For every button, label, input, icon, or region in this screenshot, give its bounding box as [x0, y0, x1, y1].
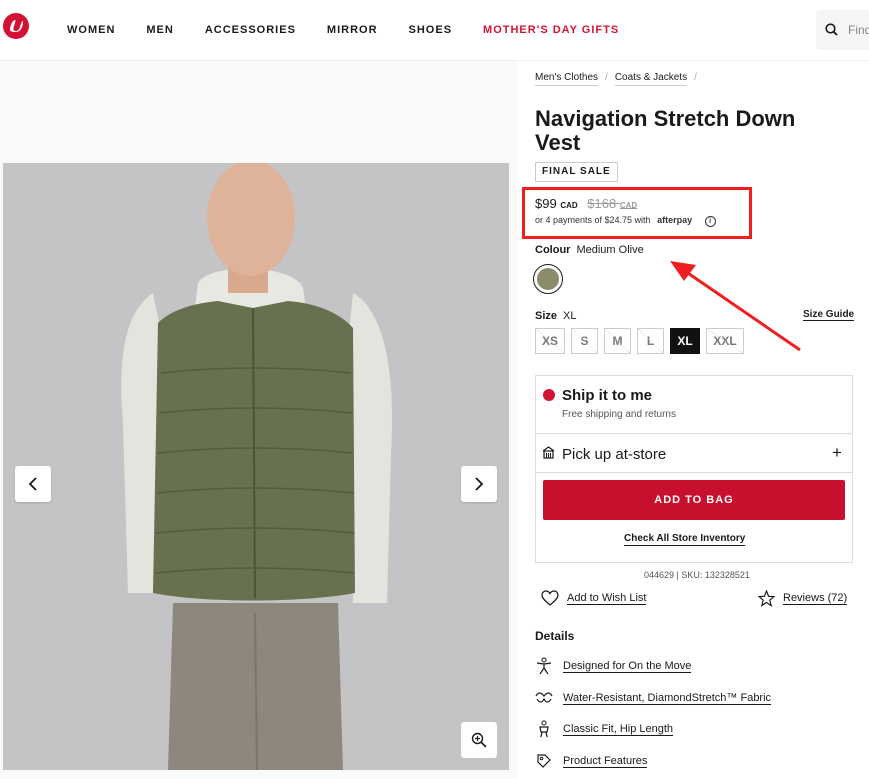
current-price: $99: [535, 196, 557, 211]
nav-women[interactable]: WOMEN: [67, 24, 115, 36]
detail-item[interactable]: Classic Fit, Hip Length: [535, 720, 674, 738]
breadcrumb-mens-clothes[interactable]: Men's Clothes: [535, 72, 599, 86]
detail-label: Water-Resistant, DiamondStretch™ Fabric: [563, 691, 772, 705]
colour-swatch-medium-olive[interactable]: [533, 264, 563, 294]
size-selector: XS S M L XL XXL: [535, 328, 750, 354]
product-photo: [3, 163, 509, 770]
detail-item[interactable]: Designed for On the Move: [535, 657, 692, 675]
nav-shoes[interactable]: SHOES: [409, 24, 453, 36]
details-heading: Details: [535, 629, 575, 643]
chevron-right-icon: [475, 477, 484, 491]
store-icon: [542, 446, 555, 459]
colour-label: Colour Medium Olive: [535, 244, 644, 256]
afterpay-info: or 4 payments of $24.75 with afterpay i: [535, 215, 716, 227]
original-currency: CAD: [619, 201, 638, 210]
size-value: XL: [563, 310, 577, 322]
ship-option-title[interactable]: Ship it to me: [562, 387, 652, 404]
features-icon: [535, 752, 553, 770]
detail-label: Designed for On the Move: [563, 659, 692, 673]
nav-accessories[interactable]: ACCESSORIES: [205, 24, 296, 36]
detail-label: Classic Fit, Hip Length: [563, 722, 674, 736]
nav-men[interactable]: MEN: [146, 24, 173, 36]
star-icon: [758, 590, 775, 607]
size-guide-link[interactable]: Size Guide: [803, 309, 855, 321]
breadcrumb-separator: /: [694, 72, 697, 83]
product-title: Navigation Stretch Down Vest: [535, 106, 796, 155]
detail-item[interactable]: Product Features: [535, 752, 648, 770]
current-currency: CAD: [560, 201, 578, 210]
reviews-link[interactable]: Reviews (72): [758, 590, 848, 607]
breadcrumb-coats-jackets[interactable]: Coats & Jackets: [614, 72, 688, 86]
nav-mirror[interactable]: MIRROR: [327, 24, 378, 36]
price-highlight-box: [522, 187, 752, 239]
size-xxl-button[interactable]: XXL: [706, 328, 744, 354]
pickup-option[interactable]: Pick up at-store: [562, 446, 666, 463]
size-m-button[interactable]: M: [604, 328, 631, 354]
divider: [536, 472, 852, 473]
heart-icon: [541, 590, 559, 606]
next-image-button[interactable]: [461, 466, 497, 502]
search-placeholder: Find: [848, 23, 869, 37]
lululemon-logo[interactable]: [3, 13, 29, 39]
search-icon: [825, 23, 838, 36]
check-store-inventory-link[interactable]: Check All Store Inventory: [624, 533, 746, 546]
zoom-button[interactable]: [461, 722, 497, 758]
size-xl-button[interactable]: XL: [670, 328, 700, 354]
original-price-value: $168: [587, 196, 617, 211]
detail-item[interactable]: Water-Resistant, DiamondStretch™ Fabric: [535, 689, 772, 707]
size-l-button[interactable]: L: [637, 328, 664, 354]
breadcrumb-separator: /: [605, 72, 608, 83]
add-to-bag-button[interactable]: ADD TO BAG: [543, 480, 845, 520]
reviews-label: Reviews (72): [783, 592, 848, 605]
afterpay-text: or 4 payments of $24.75 with: [535, 215, 651, 225]
ship-radio[interactable]: [543, 389, 555, 401]
sku-text: 044629 | SKU: 132328521: [644, 570, 750, 580]
search-box[interactable]: Find: [816, 10, 869, 50]
price: $99 CAD $168 CAD: [535, 196, 637, 211]
divider: [536, 433, 852, 434]
swatch-fill: [537, 268, 559, 290]
size-label: Size XL: [535, 310, 576, 322]
fabric-icon: [535, 689, 553, 707]
final-sale-badge: FINAL SALE: [535, 162, 618, 182]
plus-icon[interactable]: +: [832, 443, 842, 463]
size-heading: Size: [535, 310, 558, 322]
colour-heading: Colour: [535, 244, 571, 256]
detail-label: Product Features: [563, 754, 648, 768]
figure-icon: [535, 657, 553, 675]
info-icon[interactable]: i: [704, 216, 716, 227]
chevron-left-icon: [28, 477, 37, 491]
wishlist-link[interactable]: Add to Wish List: [541, 590, 647, 606]
size-xs-button[interactable]: XS: [535, 328, 565, 354]
size-s-button[interactable]: S: [571, 328, 598, 354]
ship-option-subtitle: Free shipping and returns: [562, 409, 676, 420]
wishlist-label: Add to Wish List: [567, 591, 647, 605]
main-nav: WOMEN MEN ACCESSORIES MIRROR SHOES MOTHE…: [67, 24, 650, 36]
breadcrumb: Men's Clothes / Coats & Jackets /: [535, 72, 704, 86]
colour-value: Medium Olive: [576, 244, 644, 256]
site-header: WOMEN MEN ACCESSORIES MIRROR SHOES MOTHE…: [0, 0, 869, 61]
fit-icon: [535, 720, 553, 738]
prev-image-button[interactable]: [15, 466, 51, 502]
nav-mothers-day-gifts[interactable]: MOTHER'S DAY GIFTS: [483, 24, 619, 36]
original-price: $168 CAD: [587, 196, 637, 211]
zoom-in-icon: [471, 732, 487, 748]
afterpay-logo: afterpay: [657, 215, 693, 225]
